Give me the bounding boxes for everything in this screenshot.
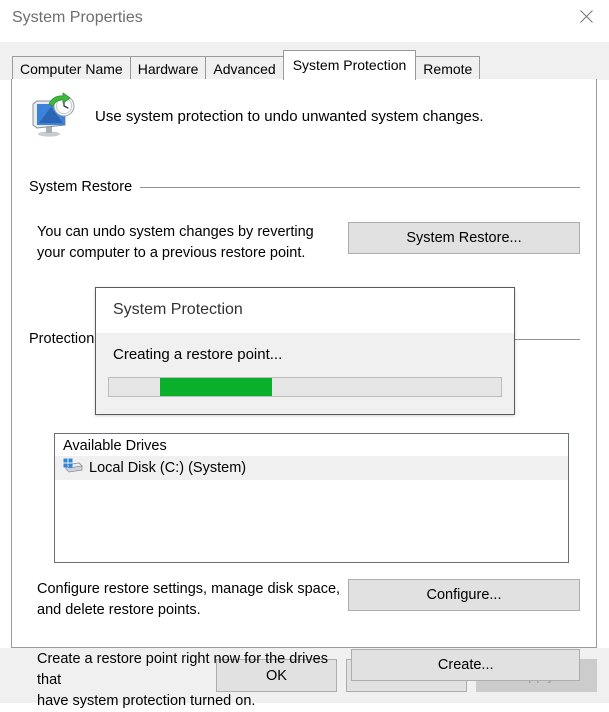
system-restore-row: You can undo system changes by reverting… xyxy=(37,222,580,264)
configure-row: Configure restore settings, manage disk … xyxy=(37,579,580,621)
close-icon xyxy=(579,9,593,23)
progress-bar-chunk xyxy=(159,378,272,396)
configure-button[interactable]: Configure... xyxy=(348,579,580,611)
hard-drive-icon xyxy=(63,458,89,478)
modal-titlebar: System Protection xyxy=(96,288,514,333)
window-title: System Properties xyxy=(12,9,143,26)
system-restore-button[interactable]: System Restore... xyxy=(348,222,580,254)
hero-text: Use system protection to undo unwanted s… xyxy=(95,107,484,125)
tab-computer-name[interactable]: Computer Name xyxy=(12,56,131,80)
tab-hardware[interactable]: Hardware xyxy=(129,56,207,80)
tab-strip: Computer Name Hardware Advanced System P… xyxy=(0,42,609,80)
drives-listbox[interactable]: Available Drives Local Disk (C:) (System… xyxy=(54,433,569,563)
drive-name: Local Disk (C:) (System) xyxy=(89,460,247,476)
system-restore-description: You can undo system changes by reverting… xyxy=(37,224,314,261)
drives-list-header: Available Drives xyxy=(63,438,167,454)
window-titlebar: System Properties xyxy=(0,0,609,42)
system-protection-progress-dialog: System Protection Creating a restore poi… xyxy=(95,287,515,415)
tab-advanced[interactable]: Advanced xyxy=(205,56,284,80)
hero-banner: Use system protection to undo unwanted s… xyxy=(29,92,484,140)
modal-status-text: Creating a restore point... xyxy=(113,346,283,363)
system-restore-icon xyxy=(29,92,77,140)
group-label-system-restore: System Restore xyxy=(29,179,133,195)
tab-system-protection[interactable]: System Protection xyxy=(282,50,417,80)
tab-remote[interactable]: Remote xyxy=(415,56,481,80)
progress-bar xyxy=(108,377,502,397)
group-system-restore: System Restore xyxy=(29,179,580,195)
configure-description: Configure restore settings, manage disk … xyxy=(37,581,341,618)
group-rule xyxy=(140,186,580,188)
create-button[interactable]: Create... xyxy=(351,649,580,681)
modal-title: System Protection xyxy=(113,301,243,318)
close-button[interactable] xyxy=(563,0,609,32)
tab-list: Computer Name Hardware Advanced System P… xyxy=(12,50,481,80)
list-item[interactable]: Local Disk (C:) (System) xyxy=(55,456,568,480)
